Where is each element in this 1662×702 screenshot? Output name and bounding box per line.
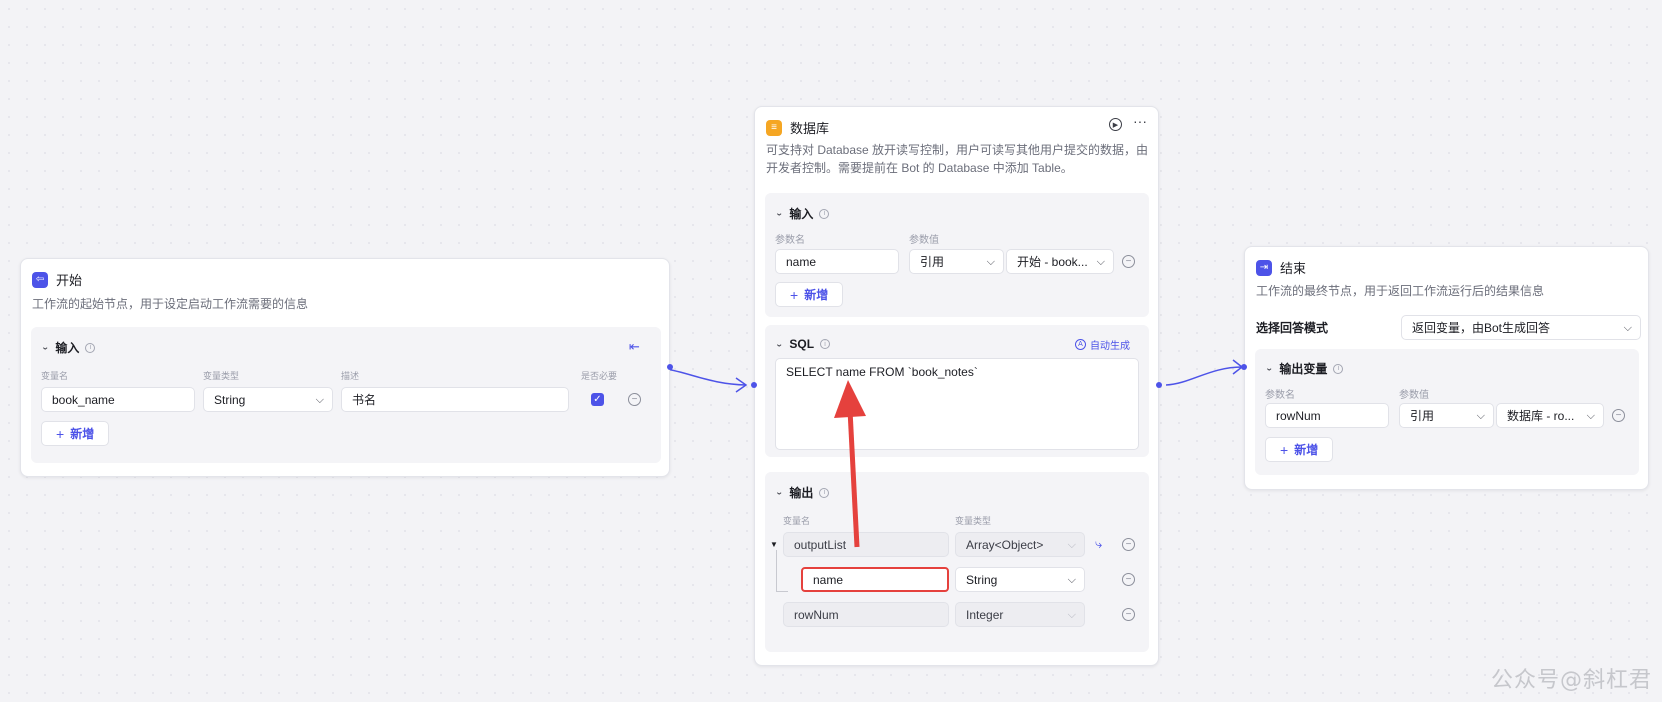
- dropdown-icon: ⌵: [1586, 410, 1595, 422]
- add-output-button[interactable]: + 新增: [1265, 437, 1334, 462]
- answer-mode-select[interactable]: 返回变量，由Bot生成回答 ⌵: [1401, 315, 1641, 340]
- info-icon[interactable]: i: [1333, 363, 1344, 374]
- end-param-value-select[interactable]: 数据库 - ro... ⌵: [1496, 403, 1604, 428]
- plus-icon: +: [1280, 441, 1289, 458]
- dropdown-icon: ⌵: [1623, 322, 1632, 334]
- end-node[interactable]: ⇥ 结束 工作流的最终节点，用于返回工作流运行后的结果信息 选择回答模式 返回变…: [1244, 246, 1649, 490]
- column-header: 参数名: [1265, 390, 1295, 401]
- watermark: 公众号@斜杠君: [1490, 668, 1652, 693]
- field-value: 引用: [1410, 409, 1435, 423]
- end-output-title: 输出变量: [1279, 362, 1328, 376]
- end-input-port[interactable]: [1241, 364, 1247, 370]
- field-value: 返回变量，由Bot生成回答: [1412, 321, 1551, 335]
- remove-icon[interactable]: −: [1612, 409, 1625, 422]
- end-output-section: ⌄ 输出变量 i 参数名 参数值 rowNum 引用 ⌵ 数据库 - ro...…: [1255, 349, 1639, 475]
- dropdown-icon: ⌵: [1476, 410, 1485, 422]
- field-value: rowNum: [1276, 408, 1321, 423]
- add-label: 新增: [1294, 443, 1319, 457]
- answer-mode-label: 选择回答模式: [1256, 321, 1329, 335]
- end-node-description: 工作流的最终节点，用于返回工作流运行后的结果信息: [1256, 284, 1545, 298]
- column-header: 参数值: [1399, 390, 1429, 401]
- end-param-source-select[interactable]: 引用 ⌵: [1399, 403, 1494, 428]
- chevron-down-icon[interactable]: ⌄: [1265, 364, 1273, 373]
- end-node-icon: ⇥: [1256, 259, 1272, 276]
- field-value: 数据库 - ro...: [1507, 409, 1575, 423]
- end-param-name-input[interactable]: rowNum: [1265, 403, 1389, 428]
- end-node-title: 结束: [1280, 261, 1307, 276]
